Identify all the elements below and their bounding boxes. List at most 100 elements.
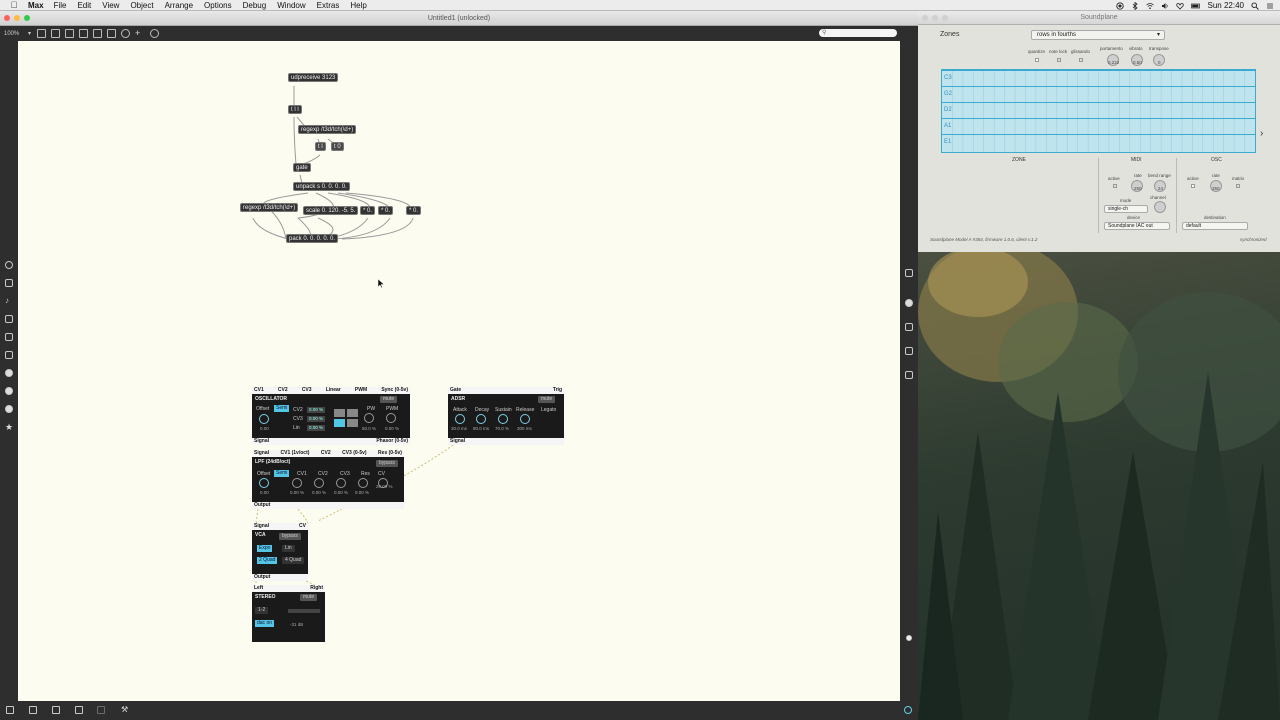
pack-object[interactable]: pack 0. 0. 0. 0. 0. (286, 234, 339, 243)
info-icon[interactable] (905, 299, 913, 307)
bluetooth-icon[interactable] (1131, 1, 1139, 10)
release-knob[interactable] (520, 414, 530, 424)
align-icon[interactable] (107, 29, 117, 38)
menu-options[interactable]: Options (204, 1, 232, 10)
zoom-window-button[interactable] (942, 15, 948, 21)
search-input[interactable]: ⚲ (819, 29, 897, 37)
pw-knob[interactable] (364, 413, 374, 423)
new-patcher-icon[interactable] (6, 706, 14, 714)
object-palette-icon[interactable] (5, 279, 13, 287)
midi-channel-knob[interactable] (1154, 201, 1166, 213)
image-icon[interactable] (5, 333, 13, 341)
music-note-icon[interactable]: ♪ (5, 297, 13, 305)
message-box-t1[interactable]: t l (315, 142, 326, 151)
channel-select[interactable]: 1-2 (255, 607, 269, 614)
link-icon[interactable] (5, 351, 13, 359)
cv1-knob[interactable] (292, 478, 302, 488)
cv2-number[interactable]: 0.00 % (307, 407, 326, 413)
debug-icon[interactable] (121, 29, 131, 38)
midi-device-select[interactable]: Soundplane IAC out (1104, 222, 1170, 230)
browser-icon[interactable] (5, 261, 13, 269)
osc-destination-select[interactable]: default (1182, 222, 1248, 230)
close-window-button[interactable] (4, 15, 10, 21)
regexp-object[interactable]: regexp /t3d/tch(\d+) (298, 125, 357, 134)
osc-active-checkbox[interactable] (1191, 184, 1195, 188)
inspector-icon[interactable] (905, 269, 913, 277)
mute-button[interactable]: mute (538, 396, 556, 403)
waveform-sine-button[interactable] (334, 419, 345, 427)
presentation-mode-icon[interactable] (37, 29, 47, 38)
max-titlebar[interactable]: Untitled1 (unlocked) (0, 11, 918, 26)
clue-window-icon[interactable] (905, 323, 913, 331)
paint-bucket-icon[interactable] (150, 29, 160, 38)
multiply-object-2[interactable]: * 0. (378, 206, 394, 215)
wifi-icon[interactable] (1145, 2, 1154, 10)
minimize-window-button[interactable] (932, 15, 938, 21)
zoom-window-button[interactable] (24, 15, 30, 21)
close-window-button[interactable] (922, 15, 928, 21)
package-icon[interactable] (5, 369, 13, 377)
menubar-clock[interactable]: Sun 22:40 (1208, 1, 1244, 10)
menu-edit[interactable]: Edit (77, 1, 91, 10)
battery-icon[interactable] (1190, 2, 1201, 10)
lin-button[interactable]: Lin (282, 545, 295, 552)
udpreceive-object[interactable]: udpreceive 3123 (288, 73, 339, 82)
zoom-level-select[interactable]: 100% (4, 31, 28, 37)
check-icon[interactable] (97, 706, 105, 714)
message-box-t0[interactable]: t 0 (331, 142, 344, 151)
show-containing-icon[interactable] (52, 706, 60, 714)
menu-debug[interactable]: Debug (243, 1, 267, 10)
grid-mode-icon[interactable] (75, 706, 83, 714)
semi-toggle[interactable]: Semi (274, 405, 290, 412)
console-icon[interactable] (905, 371, 913, 379)
new-object-icon[interactable]: + (135, 29, 140, 38)
cv3-number[interactable]: 0.00 % (307, 416, 326, 422)
gate-object[interactable]: gate (293, 163, 311, 172)
waveform-saw-button[interactable] (334, 409, 345, 417)
snippets-icon[interactable] (5, 315, 13, 323)
reference-icon[interactable] (5, 405, 13, 413)
record-icon[interactable] (1115, 1, 1124, 10)
regexp-object-2[interactable]: regexp /t3d/tch(\d+) (240, 203, 299, 212)
pwm-knob[interactable] (386, 413, 396, 423)
notification-center-icon[interactable] (1266, 2, 1274, 10)
favorites-star-icon[interactable]: ★ (5, 423, 13, 432)
dac-on-button[interactable]: dac on (255, 620, 275, 627)
lin-number[interactable]: 0.00 % (307, 425, 326, 431)
four-quad-button[interactable]: 4 Quad (282, 557, 305, 564)
sustain-knob[interactable] (498, 414, 508, 424)
cv3-knob[interactable] (336, 478, 346, 488)
waveform-square-button[interactable] (347, 409, 358, 417)
semi-toggle[interactable]: Semi (274, 470, 290, 477)
help-icon[interactable] (5, 387, 13, 395)
waveform-triangle-button[interactable] (347, 419, 358, 427)
midi-mode-select[interactable]: single-ch (1104, 205, 1148, 213)
expo-button[interactable]: Expo (257, 545, 273, 552)
menu-help[interactable]: Help (350, 1, 366, 10)
res-knob[interactable] (358, 478, 368, 488)
heart-icon[interactable] (1175, 2, 1184, 10)
bypass-button[interactable]: bypass (279, 533, 301, 540)
list-view-icon[interactable] (905, 347, 913, 355)
menu-extras[interactable]: Extras (317, 1, 340, 10)
patching-mode-icon[interactable] (51, 29, 61, 38)
trigger-object[interactable]: t l l (288, 105, 302, 114)
spotlight-search-icon[interactable] (1251, 1, 1259, 10)
volume-icon[interactable] (1161, 2, 1169, 10)
next-page-chevron-icon[interactable]: › (1260, 128, 1263, 139)
apple-icon[interactable]:  (8, 0, 20, 10)
menu-app-name[interactable]: Max (28, 1, 44, 10)
menu-object[interactable]: Object (130, 1, 153, 10)
attack-knob[interactable] (455, 414, 465, 424)
lock-icon[interactable] (65, 29, 75, 38)
multiply-object-1[interactable]: * 0. (360, 206, 376, 215)
midi-active-checkbox[interactable] (1113, 184, 1117, 188)
zone-preset-select[interactable]: rows in fourths ▾ (1031, 30, 1165, 40)
unpack-object[interactable]: unpack s 0. 0. 0. 0. (293, 182, 350, 191)
new-view-icon[interactable] (29, 706, 37, 714)
decay-knob[interactable] (476, 414, 486, 424)
menu-window[interactable]: Window (277, 1, 305, 10)
multiply-object-3[interactable]: * 0. (406, 206, 422, 215)
audio-power-icon[interactable] (904, 706, 912, 714)
cv2-knob[interactable] (314, 478, 324, 488)
